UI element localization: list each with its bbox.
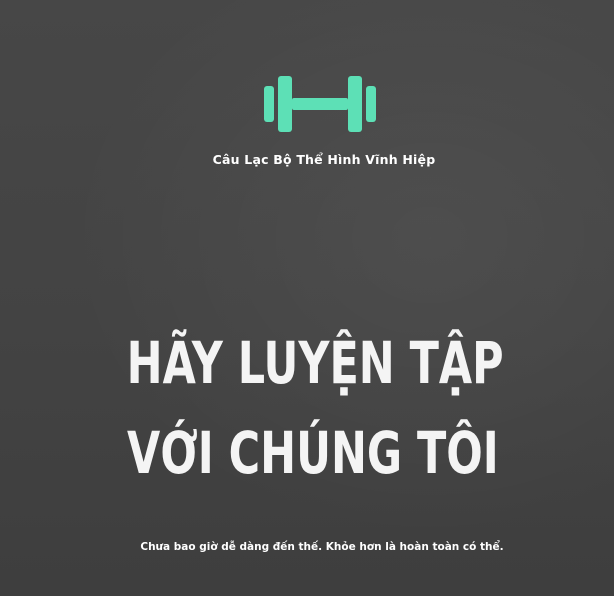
dumbbell-left-inner-plate [278, 76, 292, 132]
dumbbell-right-outer-plate [366, 86, 376, 122]
dumbbell-right-inner-plate [348, 76, 362, 132]
dumbbell-left-outer-plate [264, 86, 274, 122]
headline-line-2: VỚI CHÚNG TÔI [127, 419, 499, 487]
dumbbell-bar [292, 98, 348, 110]
club-name: Câu Lạc Bộ Thể Hình Vĩnh Hiệp [212, 152, 436, 167]
tagline: Chưa bao giờ dễ dàng đến thế. Khỏe hơn l… [140, 541, 504, 553]
dumbbell-icon [264, 76, 376, 132]
headline-line-1: HÃY LUYỆN TẬP [126, 329, 504, 397]
